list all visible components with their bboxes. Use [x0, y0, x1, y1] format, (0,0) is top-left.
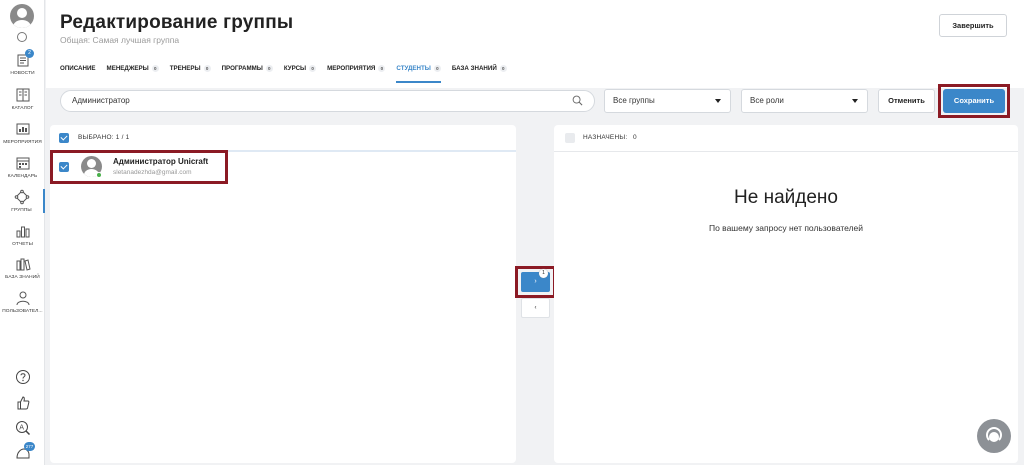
search-input[interactable]: Администратор — [60, 90, 595, 112]
tab-label: БАЗА ЗНАНИЙ — [451, 65, 497, 72]
sidebar-item-reports[interactable]: ОТЧЕТЫ — [0, 223, 45, 247]
panel-header: НАЗНАЧЕНЫ: 0 — [554, 125, 1018, 152]
support-chat-icon[interactable] — [977, 419, 1011, 453]
calendar-icon — [16, 157, 29, 170]
chevron-down-icon — [715, 99, 721, 103]
feedback-button[interactable] — [0, 395, 45, 416]
page-header: Редактирование группы Общая: Самая лучша… — [46, 0, 1024, 88]
sidebar-item-news[interactable]: 2 НОВОСТИ — [0, 49, 45, 76]
users-icon — [16, 291, 29, 306]
groups-icon — [14, 189, 29, 205]
sidebar-item-label: НОВОСТИ — [10, 71, 35, 76]
tab-count: 0 — [265, 64, 273, 72]
assigned-users-panel: НАЗНАЧЕНЫ: 0 Не найдено По вашему запрос… — [554, 125, 1018, 463]
tab-courses[interactable]: КУРСЫ 0 — [283, 63, 317, 83]
events-icon — [16, 123, 29, 135]
sidebar-item-calendar[interactable]: КАЛЕНДАРЬ — [0, 155, 45, 179]
tab-label: СТУДЕНТЫ — [396, 65, 431, 72]
chevron-down-icon — [852, 99, 858, 103]
groups-select[interactable]: Все группы — [604, 89, 731, 113]
sidebar-item-label: КАТАЛОГ — [11, 106, 34, 111]
tab-label: МЕРОПРИЯТИЯ — [327, 65, 376, 72]
tab-count: 0 — [309, 64, 317, 72]
tab-label: ОПИСАНИЕ — [60, 65, 96, 72]
tab-count: 0 — [151, 64, 159, 72]
groups-select-value: Все группы — [613, 96, 655, 105]
knowledge-base-icon — [16, 258, 31, 271]
tab-description[interactable]: ОПИСАНИЕ — [60, 63, 96, 83]
reports-icon — [16, 226, 29, 238]
tab-managers[interactable]: МЕНЕДЖЕРЫ 0 — [107, 63, 159, 83]
panel-header: ВЫБРАНО: 1 / 1 — [50, 125, 516, 152]
svg-text:A: A — [19, 424, 24, 432]
sidebar-item-label: ГРУППЫ — [11, 208, 32, 213]
help-button[interactable] — [0, 369, 45, 390]
move-count-badge: 1 — [539, 269, 548, 278]
cancel-button[interactable]: Отменить — [878, 89, 935, 113]
page-title: Редактирование группы — [60, 12, 294, 33]
news-badge: 2 — [25, 49, 34, 58]
chat-badge: 277 — [24, 442, 35, 451]
move-left-button[interactable]: ‹ — [521, 298, 550, 318]
user-email: sletanadezhda@gmail.com — [113, 169, 192, 176]
thumbs-up-icon — [17, 396, 29, 410]
selected-count: ВЫБРАНО: 1 / 1 — [78, 134, 130, 141]
select-all-assigned-checkbox[interactable] — [565, 133, 575, 143]
sidebar-item-catalog[interactable]: КАТАЛОГ — [0, 87, 45, 111]
search-icon[interactable] — [572, 95, 583, 106]
empty-text: По вашему запросу нет пользователей — [708, 223, 864, 233]
sidebar-item-label: КАЛЕНДАРЬ — [7, 174, 38, 179]
help-icon — [15, 370, 30, 384]
sidebar-item-knowledge-base[interactable]: БАЗА ЗНАНИЙ — [0, 256, 45, 280]
roles-select-value: Все роли — [750, 96, 784, 105]
tab-trainers[interactable]: ТРЕНЕРЫ 0 — [170, 63, 211, 83]
translate-icon: A — [15, 421, 30, 436]
chat-button[interactable]: 277 — [0, 442, 45, 465]
online-status-icon — [96, 172, 102, 178]
tab-events[interactable]: МЕРОПРИЯТИЯ 0 — [327, 63, 386, 83]
sidebar-item-events[interactable]: МЕРОПРИЯТИЯ — [0, 121, 45, 145]
sidebar-item-label: БАЗА ЗНАНИЙ — [5, 275, 40, 280]
catalog-icon — [16, 88, 29, 102]
user-name[interactable]: Администратор Unicraft — [113, 157, 208, 166]
sidebar-item-label: МЕРОПРИЯТИЯ — [3, 140, 42, 145]
tab-programs[interactable]: ПРОГРАММЫ 0 — [222, 63, 273, 83]
finish-button[interactable]: Завершить — [939, 14, 1007, 37]
tab-label: КУРСЫ — [283, 65, 307, 72]
tab-label: МЕНЕДЖЕРЫ — [106, 65, 149, 72]
sidebar-item-groups[interactable]: ГРУППЫ — [0, 189, 45, 213]
tab-students[interactable]: СТУДЕНТЫ 0 — [396, 63, 442, 83]
tabs: ОПИСАНИЕ МЕНЕДЖЕРЫ 0 ТРЕНЕРЫ 0 ПРОГРАММЫ 0 … — [60, 63, 518, 83]
roles-select[interactable]: Все роли — [741, 89, 868, 113]
sidebar-item-label: ПОЛЬЗОВАТЕЛ... — [2, 309, 43, 314]
sidebar-item-users[interactable]: ПОЛЬЗОВАТЕЛ... — [0, 290, 45, 314]
tab-knowledge-base[interactable]: БАЗА ЗНАНИЙ 0 — [452, 63, 507, 83]
save-button[interactable]: Сохранить — [943, 89, 1005, 113]
tab-count: 0 — [433, 64, 441, 72]
tab-count: 0 — [203, 64, 211, 72]
user-row-highlight — [50, 150, 228, 184]
tab-label: ТРЕНЕРЫ — [169, 65, 201, 72]
assigned-label: НАЗНАЧЕНЫ: — [583, 134, 628, 141]
empty-title: Не найдено — [734, 187, 838, 208]
tab-count: 0 — [378, 64, 386, 72]
tab-label: ПРОГРАММЫ — [221, 65, 263, 72]
tab-count: 0 — [499, 64, 507, 72]
page-subtitle: Общая: Самая лучшая группа — [60, 35, 180, 45]
language-button[interactable]: A — [0, 420, 45, 441]
select-all-checkbox[interactable] — [59, 133, 69, 143]
assigned-count: 0 — [633, 134, 637, 141]
settings-icon[interactable] — [17, 32, 27, 42]
sidebar: 2 НОВОСТИ КАТАЛОГ МЕРОПРИЯТИЯ КАЛЕНДАРЬ … — [0, 0, 45, 465]
sidebar-item-label: ОТЧЕТЫ — [12, 242, 33, 247]
user-avatar[interactable] — [10, 4, 34, 28]
